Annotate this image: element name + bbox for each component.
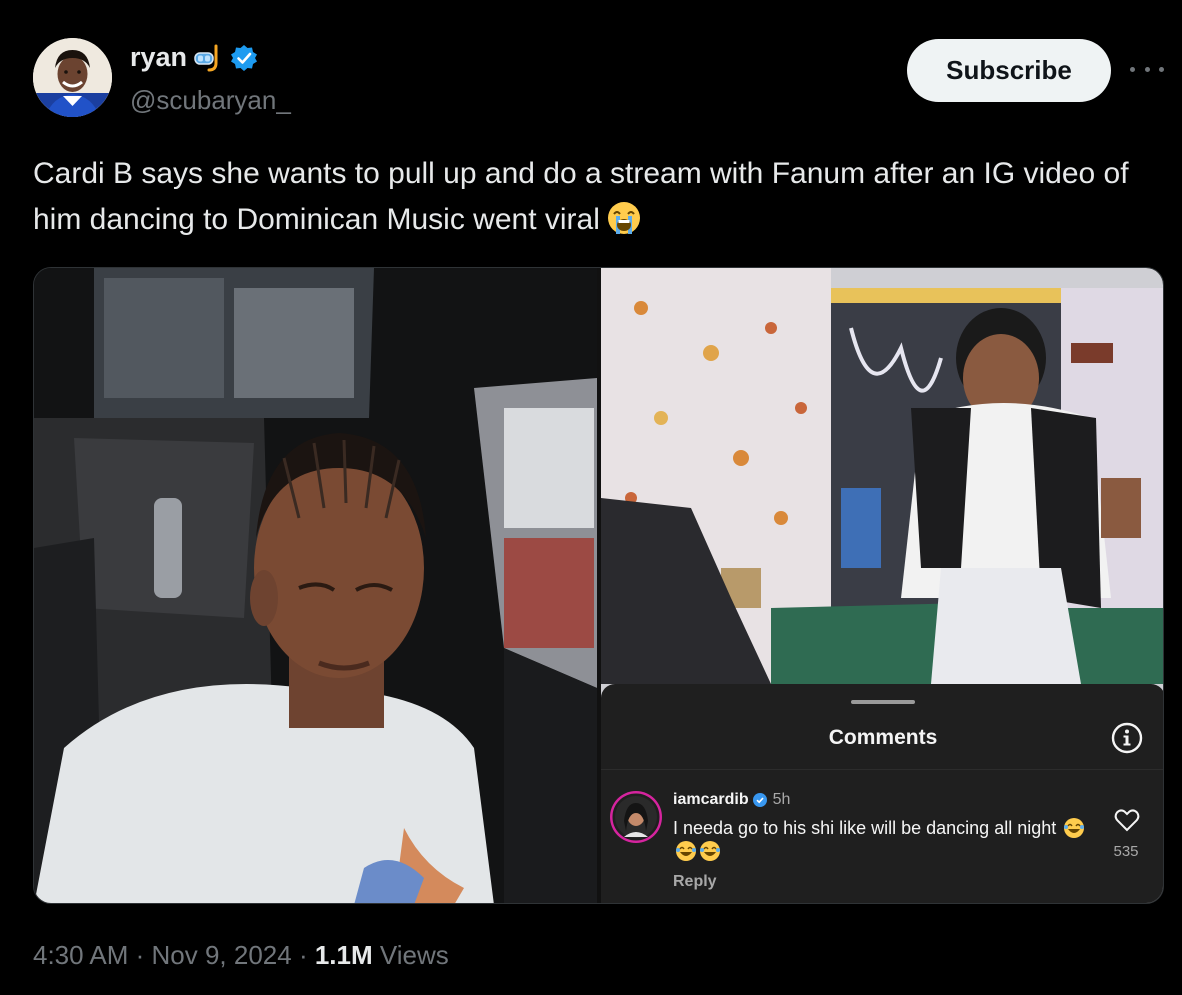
comment-text: I needa go to his shi like will be danci… xyxy=(673,817,1093,863)
author-avatar[interactable] xyxy=(33,38,112,117)
laughing-crying-face-icon xyxy=(1063,817,1085,839)
meta-separator: · xyxy=(128,940,152,970)
comment-time: 5h xyxy=(772,791,791,808)
tweet-metadata: 4:30 AM · Nov 9, 2024 · 1.1M Views xyxy=(33,940,449,971)
heart-icon[interactable] xyxy=(1114,808,1140,832)
info-icon[interactable] xyxy=(1110,721,1144,755)
comments-title: Comments xyxy=(828,726,938,749)
comment-body: I needa go to his shi like will be danci… xyxy=(673,818,1057,838)
author-display-name[interactable]: ryan xyxy=(130,42,187,73)
laughing-crying-face-icon xyxy=(699,840,721,862)
instagram-comments-sheet: Comments iamcardib 5h I needa go to his … xyxy=(601,684,1163,903)
author-handle[interactable]: @scubaryan_ xyxy=(130,85,291,116)
tweet-time[interactable]: 4:30 AM xyxy=(33,940,128,970)
selfie-photo[interactable] xyxy=(34,268,597,903)
commenter-username[interactable]: iamcardib xyxy=(673,791,749,809)
loudly-crying-face-icon xyxy=(606,200,642,236)
tweet-date[interactable]: Nov 9, 2024 xyxy=(152,940,292,970)
verified-icon xyxy=(752,793,767,807)
tweet-media[interactable]: Comments iamcardib 5h I needa go to his … xyxy=(33,267,1164,904)
views-label: Views xyxy=(372,940,449,970)
sheet-divider xyxy=(601,769,1163,770)
meta-separator: · xyxy=(291,940,315,970)
laughing-crying-face-icon xyxy=(675,840,697,862)
tweet-header: ryan @scubaryan_ Subscribe xyxy=(33,38,1164,118)
more-dots-icon[interactable] xyxy=(1130,54,1164,84)
views-count[interactable]: 1.1M xyxy=(315,940,373,970)
commenter-avatar[interactable] xyxy=(610,791,662,843)
author-name-row: ryan xyxy=(130,42,259,73)
snorkel-icon xyxy=(193,43,223,73)
verified-icon[interactable] xyxy=(229,43,259,73)
comment-like-count: 535 xyxy=(1113,843,1139,860)
tweet-body: Cardi B says she wants to pull up and do… xyxy=(33,157,1129,236)
comment-reply-link[interactable]: Reply xyxy=(673,873,717,891)
tweet-text: Cardi B says she wants to pull up and do… xyxy=(33,151,1173,243)
sheet-grab-handle[interactable] xyxy=(851,700,915,704)
subscribe-button[interactable]: Subscribe xyxy=(907,39,1111,102)
commenter-username-row: iamcardib 5h xyxy=(673,791,790,809)
